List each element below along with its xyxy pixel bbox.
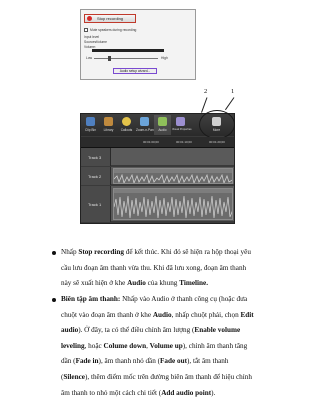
visual-properties-icon bbox=[176, 117, 185, 126]
text-line: cầu lưu đoạn âm thanh vừa thu. Khi đã lư… bbox=[61, 263, 247, 272]
sources-select[interactable]: Volume bbox=[96, 40, 107, 44]
record-stop-icon bbox=[87, 16, 92, 21]
tool-zoom-n-pan-label: Zoom-n-Pan bbox=[136, 128, 154, 132]
text-line: Nhấp Stop recording để kết thúc. Khi đó … bbox=[61, 248, 251, 256]
marker-2-label: 2 bbox=[204, 88, 208, 95]
time-tick: 00:01:20;00 bbox=[209, 140, 225, 144]
paragraph-stop-recording: Nhấp Stop recording để kết thúc. Khi đó … bbox=[61, 245, 277, 292]
input-level-label: Input level bbox=[84, 35, 100, 39]
arrow-1 bbox=[224, 97, 235, 111]
mute-speakers-checkbox[interactable] bbox=[84, 28, 88, 32]
tool-audio[interactable]: Audio bbox=[154, 115, 171, 135]
tool-library[interactable]: Library bbox=[100, 115, 117, 135]
text-line: này sẽ xuất hiện ở khe Audio của khung T… bbox=[61, 279, 209, 288]
waveform bbox=[114, 173, 232, 183]
volume-slider[interactable] bbox=[94, 58, 158, 59]
tool-library-label: Library bbox=[103, 128, 114, 132]
paragraph-edit-audio: Biên tập âm thanh: Nhấp vào Audio ở than… bbox=[61, 292, 277, 401]
clip-bin-icon bbox=[86, 117, 95, 126]
tool-clip-bin-label: Clip Bin bbox=[85, 128, 96, 132]
time-tick: 00:01:10;00 bbox=[176, 140, 192, 144]
library-icon bbox=[104, 117, 113, 126]
mute-speakers-label: Mute speakers during recording bbox=[90, 27, 137, 32]
tool-visual-properties-label: Visual Properties bbox=[172, 128, 192, 131]
callouts-icon bbox=[122, 117, 131, 126]
annotation-circle bbox=[199, 110, 235, 139]
track-1-label: Track 1 bbox=[88, 202, 102, 207]
text-line: audio). Ở đây, ta có thể điều chỉnh âm l… bbox=[61, 326, 241, 335]
text-line: âm thanh to nhỏ một cách chi tiết (Add a… bbox=[61, 388, 216, 397]
audio-clip[interactable] bbox=[113, 188, 233, 220]
tool-callouts-label: Callouts bbox=[120, 128, 133, 132]
input-level-meter bbox=[92, 49, 164, 52]
tool-audio-label: Audio bbox=[158, 128, 167, 132]
audio-setup-wizard-label: Audio setup wizard... bbox=[119, 69, 151, 73]
zoom-n-pan-icon bbox=[140, 117, 149, 126]
waveform bbox=[114, 195, 232, 219]
track-3-label: Track 3 bbox=[88, 155, 102, 160]
text-line: Biên tập âm thanh: Nhấp vào Audio ở than… bbox=[61, 295, 248, 303]
tool-clip-bin[interactable]: Clip Bin bbox=[82, 115, 99, 135]
tool-callouts[interactable]: Callouts bbox=[118, 115, 135, 135]
audio-icon bbox=[158, 117, 167, 126]
text-line: (Silence), thêm điểm mốc trên đường biên… bbox=[61, 372, 252, 381]
text-line: leveling, hoặc Colume down, Volume up), … bbox=[61, 341, 248, 350]
text-line: chuột vào đoạn âm thanh ở khe Audio, nhấ… bbox=[61, 310, 254, 319]
arrow-2 bbox=[201, 97, 208, 113]
audio-setup-wizard-button[interactable]: Audio setup wizard... bbox=[113, 68, 157, 74]
bullet-2 bbox=[52, 298, 56, 302]
audio-clip[interactable] bbox=[113, 168, 233, 184]
bullet-1 bbox=[52, 251, 56, 255]
text-line: dần (Fade in), âm thanh nhỏ dần (Fade ou… bbox=[61, 357, 229, 366]
volume-high-label: High bbox=[161, 56, 168, 60]
track-2-label: Track 2 bbox=[88, 174, 102, 179]
tool-visual-properties[interactable]: Visual Properties bbox=[172, 115, 192, 135]
marker-1-label: 1 bbox=[231, 88, 235, 95]
tool-zoom-n-pan[interactable]: Zoom-n-Pan bbox=[136, 115, 154, 135]
volume-low-label: Low bbox=[86, 56, 93, 60]
volume-slider-handle[interactable] bbox=[108, 56, 111, 61]
stop-recording-label: Stop recording bbox=[97, 16, 124, 21]
time-tick: 00:01:00;00 bbox=[143, 140, 159, 144]
